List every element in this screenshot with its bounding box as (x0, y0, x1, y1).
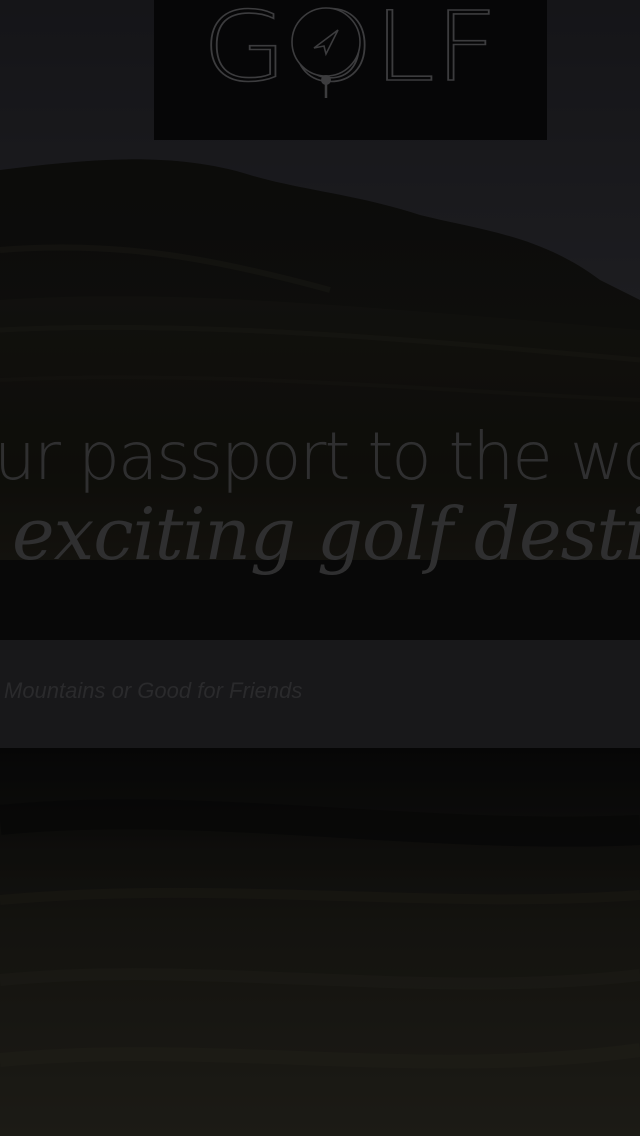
hero-tagline-line1: ur passport to the wo (0, 418, 640, 495)
search-placeholder: Mountains or Good for Friends (4, 678, 303, 703)
welcome-screen: GOLF ur passport to the wo exciting golf… (0, 0, 640, 1136)
hero-tagline-line2: exciting golf destin (12, 492, 640, 576)
app-logo: GOLF (154, 0, 547, 140)
